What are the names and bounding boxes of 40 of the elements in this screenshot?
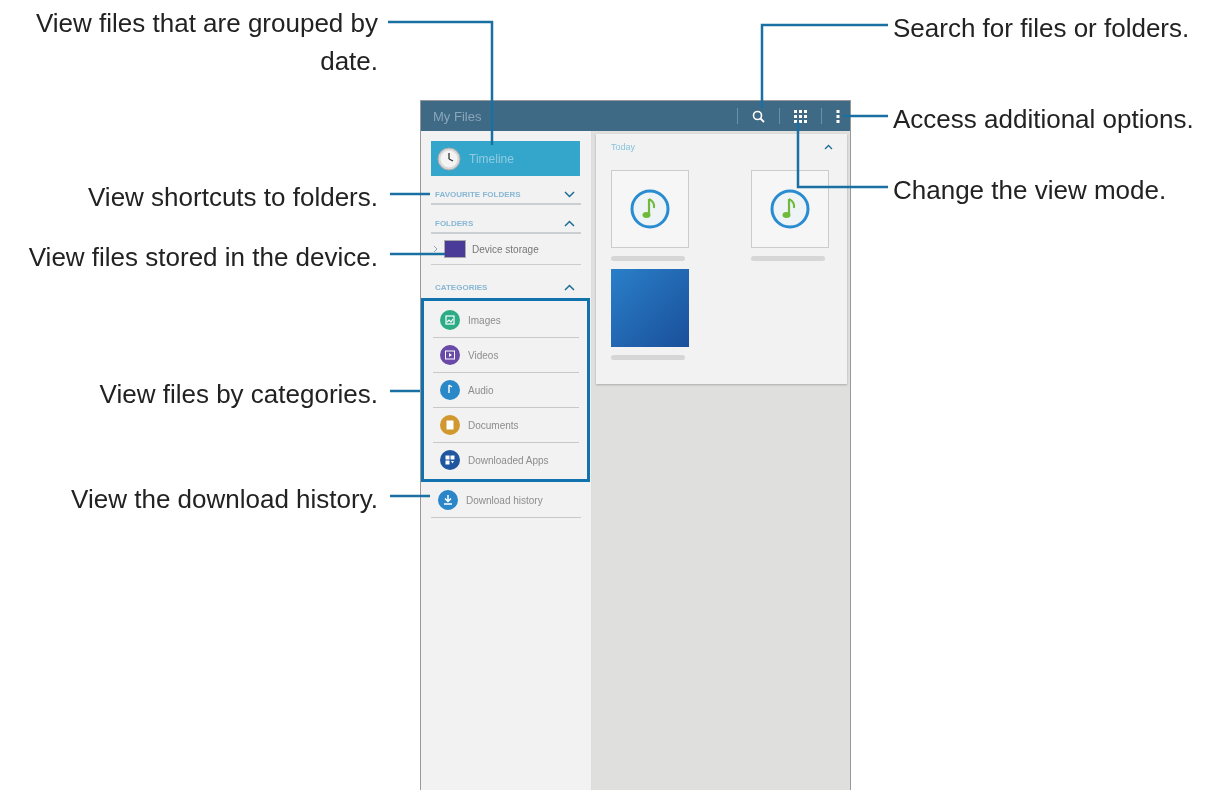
app-title: My Files [433,108,483,124]
callout-text: View files that are grouped by date. [34,7,378,78]
folder-item[interactable]: Device storage [431,234,581,265]
callout-text: View the download history. [71,483,378,516]
category-item[interactable]: Videos [433,338,579,373]
category-item[interactable]: Audio [433,373,579,408]
callout-text: Access additional options. [893,103,1194,136]
music-note-icon [630,189,670,229]
category-item[interactable]: Downloaded Apps [433,443,579,477]
storage-icon [444,240,466,258]
category-item[interactable]: Documents [433,408,579,443]
leader-line [843,114,888,118]
audio-file-thumbnail[interactable] [751,170,829,248]
callout-text: View files by categories. [99,378,378,411]
section-header[interactable]: FAVOURITE FOLDERS [431,180,581,205]
callout-text: Search for files or folders. [893,12,1190,45]
grid-view-icon[interactable] [794,109,807,123]
clock-icon [437,146,461,171]
chevron-icon[interactable] [824,144,833,150]
section-header[interactable]: CATEGORIES [431,273,581,296]
audio-file-thumbnail[interactable] [611,170,689,248]
callout-text: View shortcuts to folders. [88,181,378,214]
timeline-button[interactable]: Timeline [431,141,580,176]
more-options-icon[interactable] [836,109,840,123]
date-header: Today [611,142,636,152]
wallpaper-thumbnail[interactable] [611,269,689,347]
music-note-icon [770,189,810,229]
callout-text: Change the view mode. [893,174,1167,207]
leader-line [390,192,430,196]
search-icon[interactable] [752,109,765,123]
section-title: CATEGORIES [435,283,488,292]
callout-text: View files stored in the device. [28,241,378,274]
section-title: FAVOURITE FOLDERS [435,190,521,199]
leader-line [390,252,445,256]
leader-line [390,494,430,498]
chevron-right-icon [433,245,438,253]
download-history-item[interactable]: Download history [431,483,581,518]
section-header[interactable]: FOLDERS [431,209,581,234]
category-item[interactable]: Images [433,303,579,338]
section-title: FOLDERS [435,219,474,228]
